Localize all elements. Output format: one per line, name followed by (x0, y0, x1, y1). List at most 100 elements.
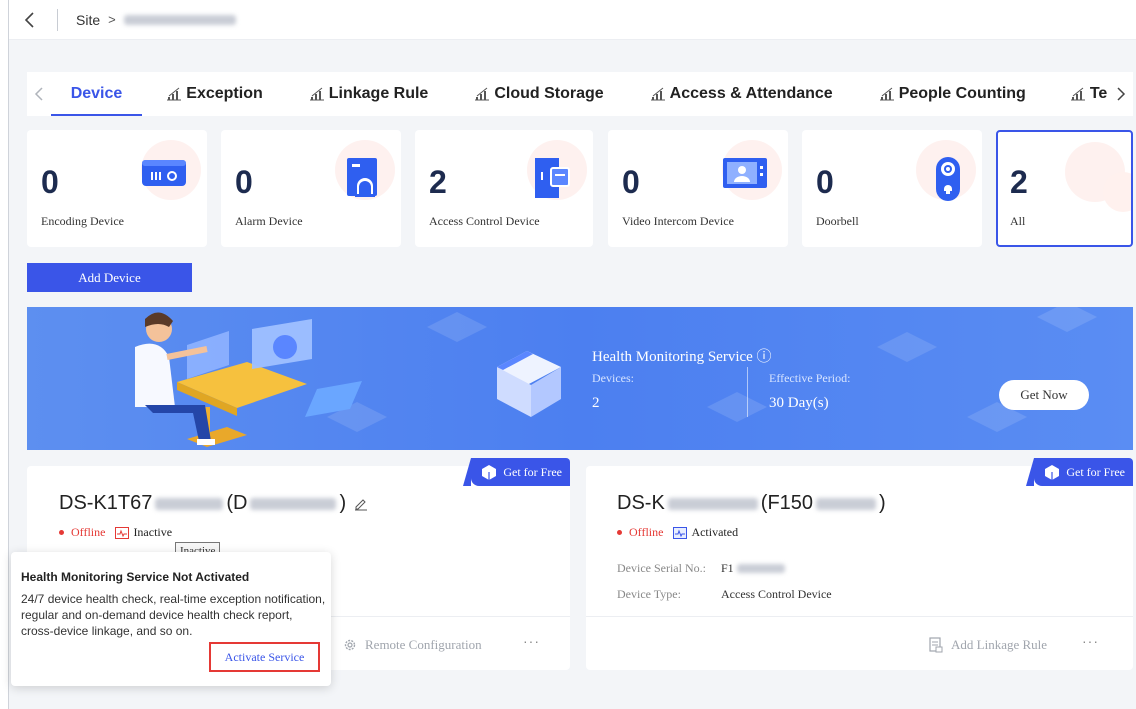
nvr-icon (141, 156, 187, 197)
device-status-row: Offline Activated (617, 525, 738, 540)
banner-devices-value: 2 (592, 395, 600, 411)
package-icon (1044, 464, 1060, 480)
redacted-text (667, 497, 758, 510)
banner-devices-label: Devices: (592, 371, 634, 385)
gear-icon (343, 638, 357, 652)
footer-action-label: Add Linkage Rule (951, 637, 1048, 652)
device-type-label: Device Type: (617, 587, 681, 601)
stat-card-all[interactable]: 2 All (996, 130, 1133, 247)
doorbell-icon (934, 156, 962, 207)
add-linkage-rule-button[interactable]: Add Linkage Rule (929, 637, 1047, 653)
device-name: DS-K1T67 (D ) (59, 492, 368, 515)
breadcrumb-separator: > (108, 12, 116, 27)
tabs-scroll-right-icon[interactable] (1109, 86, 1133, 102)
remote-configuration-button[interactable]: Remote Configuration (343, 637, 482, 653)
card-footer: Add Linkage Rule ··· (586, 616, 1133, 670)
tab-label: Cloud Storage (494, 85, 604, 102)
stat-label: Access Control Device (429, 214, 540, 228)
tab-exception[interactable]: Exception (166, 72, 263, 116)
health-monitoring-banner: Health Monitoring Service ⓘ Devices: 2 E… (27, 307, 1133, 450)
tabs-scroll-left-icon[interactable] (27, 86, 51, 102)
signal-icon (650, 87, 666, 101)
activation-status: Activated (691, 525, 739, 539)
tab-label: People Counting (898, 85, 1026, 102)
badge-label: Get for Free (503, 464, 562, 479)
tab-linkage-rule[interactable]: Linkage Rule (309, 72, 429, 116)
popover-title: Health Monitoring Service Not Activated (21, 570, 250, 584)
tab-truncated[interactable]: Te (1070, 72, 1107, 116)
redacted-text (155, 497, 224, 510)
device-name-suffix: ) (879, 492, 886, 514)
banner-title: Health Monitoring Service ⓘ (592, 349, 772, 365)
signal-icon (166, 87, 182, 101)
device-name: DS-K (F150 ) (617, 492, 886, 515)
health-monitor-icon (673, 526, 688, 539)
more-icon[interactable]: ··· (523, 633, 540, 649)
banner-illustration (135, 307, 1097, 447)
tab-device[interactable]: Device (50, 72, 142, 116)
stat-card-encoding-device[interactable]: 0 Encoding Device (27, 130, 207, 247)
health-monitor-icon (115, 526, 130, 539)
tab-label: Exception (186, 85, 263, 102)
tab-access-attendance[interactable]: Access & Attendance (650, 72, 833, 116)
get-for-free-badge[interactable]: Get for Free (463, 458, 570, 486)
device-type-value: Access Control Device (721, 587, 832, 601)
stat-label: Doorbell (816, 214, 859, 228)
stat-card-alarm-device[interactable]: 0 Alarm Device (221, 130, 401, 247)
tab-label: Access & Attendance (669, 85, 833, 102)
device-status-row: Offline Inactive (59, 525, 172, 540)
breadcrumb: Site > (9, 0, 1136, 40)
device-name-mid: (D (226, 492, 248, 514)
signal-icon (309, 87, 325, 101)
card-decoration (1103, 172, 1131, 212)
breadcrumb-divider (57, 8, 58, 31)
device-card: Get for Free DS-K (F150 ) Offline Activa… (586, 458, 1133, 670)
offline-dot-icon (617, 530, 622, 535)
device-name-prefix: DS-K (617, 492, 665, 514)
redacted-text (816, 497, 877, 510)
stat-count: 0 (235, 164, 253, 200)
tab-label: Linkage Rule (328, 85, 429, 102)
tab-cloud-storage[interactable]: Cloud Storage (474, 72, 604, 116)
activate-service-button[interactable]: Activate Service (209, 642, 320, 672)
stat-count: 0 (622, 164, 640, 200)
popover-body: 24/7 device health check, real-time exce… (21, 592, 326, 638)
alarm-panel-icon (345, 156, 381, 205)
activation-status: Inactive (133, 525, 173, 539)
breadcrumb-site[interactable]: Site (76, 12, 100, 28)
stat-card-access-control-device[interactable]: 2 Access Control Device (415, 130, 593, 247)
back-icon[interactable] (9, 0, 49, 40)
device-name-prefix: DS-K1T67 (59, 492, 153, 514)
banner-divider (747, 367, 748, 417)
serial-value: F1 (721, 561, 788, 576)
add-device-button[interactable]: Add Device (27, 263, 192, 292)
door-access-icon (533, 156, 573, 205)
stat-count: 0 (41, 164, 59, 200)
health-monitoring-popover: Health Monitoring Service Not Activated … (11, 552, 331, 686)
status-offline: Offline (629, 525, 664, 539)
tab-bar: Device Exception Linkage Rule Cloud Stor… (27, 72, 1133, 116)
stat-label: Video Intercom Device (622, 214, 734, 228)
tab-people-counting[interactable]: People Counting (879, 72, 1026, 116)
get-now-button[interactable]: Get Now (999, 380, 1089, 410)
footer-action-label: Remote Configuration (365, 637, 482, 652)
stat-label: Alarm Device (235, 214, 303, 228)
serial-label: Device Serial No.: (617, 561, 706, 575)
status-offline: Offline (71, 525, 106, 539)
signal-icon (879, 87, 895, 101)
device-name-mid: (F150 (760, 492, 814, 514)
signal-icon (1070, 87, 1086, 101)
stat-count: 2 (1010, 164, 1028, 200)
edit-icon[interactable] (354, 497, 368, 511)
get-for-free-badge[interactable]: Get for Free (1026, 458, 1133, 486)
badge-label: Get for Free (1066, 464, 1125, 479)
stat-card-video-intercom-device[interactable]: 0 Video Intercom Device (608, 130, 788, 247)
document-icon (929, 637, 943, 653)
breadcrumb-site-name-redacted (123, 14, 236, 25)
serial-prefix: F1 (721, 561, 734, 575)
more-icon[interactable]: ··· (1082, 633, 1099, 649)
offline-dot-icon (59, 530, 64, 535)
stat-label: All (1010, 214, 1026, 228)
stat-card-doorbell[interactable]: 0 Doorbell (802, 130, 982, 247)
banner-period-label: Effective Period: (769, 371, 851, 385)
